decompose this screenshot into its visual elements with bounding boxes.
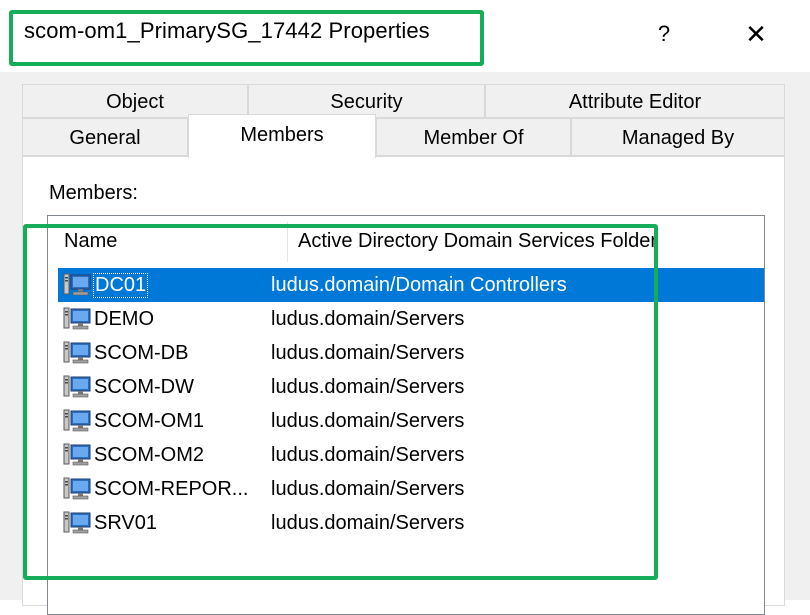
member-row[interactable]: SCOM-DB ludus.domain/Servers [58, 336, 764, 370]
computer-icon [62, 409, 92, 435]
title-bar: scom-om1_PrimarySG_17442 Properties ? ✕ [0, 0, 810, 72]
tab-member-of-label: Member Of [423, 127, 524, 149]
close-button[interactable]: ✕ [730, 14, 782, 54]
member-name: SRV01 [94, 512, 158, 534]
member-folder: ludus.domain/Servers [271, 512, 465, 534]
column-separator[interactable] [287, 222, 288, 262]
tab-members-label: Members [240, 124, 324, 146]
member-name: SCOM-OM1 [94, 410, 204, 432]
member-name: DEMO [94, 308, 154, 330]
tab-member-of[interactable]: Member Of [376, 118, 571, 156]
tab-general[interactable]: General [22, 118, 188, 156]
members-panel: Members: Name Active Directory Domain Se… [22, 156, 785, 615]
members-listview[interactable]: Name Active Directory Domain Services Fo… [47, 215, 765, 615]
member-row[interactable]: SCOM-OM1 ludus.domain/Servers [58, 404, 764, 438]
member-row[interactable]: SCOM-REPOR... ludus.domain/Servers [58, 472, 764, 506]
tab-security[interactable]: Security [248, 84, 485, 118]
tab-attribute-editor[interactable]: Attribute Editor [485, 84, 785, 118]
computer-icon [62, 273, 92, 299]
help-button[interactable]: ? [640, 14, 688, 54]
member-name: DC01 [92, 273, 149, 298]
member-row[interactable]: SCOM-DW ludus.domain/Servers [58, 370, 764, 404]
computer-icon [62, 443, 92, 469]
member-name: SCOM-REPOR... [94, 478, 249, 500]
list-header: Name Active Directory Domain Services Fo… [48, 216, 764, 268]
tab-managed-by[interactable]: Managed By [571, 118, 785, 156]
dialog-content: Object Security Attribute Editor General… [0, 72, 810, 615]
member-folder: ludus.domain/Servers [271, 410, 465, 432]
member-name: SCOM-DW [94, 376, 194, 398]
member-row[interactable]: DC01 ludus.domain/Domain Controllers [58, 268, 764, 302]
computer-icon [62, 341, 92, 367]
member-folder: ludus.domain/Servers [271, 444, 465, 466]
member-row[interactable]: DEMO ludus.domain/Servers [58, 302, 764, 336]
tab-object-label: Object [106, 91, 164, 113]
tab-attribute-editor-label: Attribute Editor [568, 91, 702, 113]
member-name: SCOM-OM2 [94, 444, 204, 466]
computer-icon [62, 307, 92, 333]
member-folder: ludus.domain/Domain Controllers [271, 274, 567, 296]
column-header-folder[interactable]: Active Directory Domain Services Folder [298, 230, 678, 253]
member-row[interactable]: SCOM-OM2 ludus.domain/Servers [58, 438, 764, 472]
computer-icon [62, 375, 92, 401]
member-folder: ludus.domain/Servers [271, 342, 465, 364]
computer-icon [62, 511, 92, 537]
member-name: SCOM-DB [94, 342, 189, 364]
members-label: Members: [49, 182, 138, 204]
title-highlight-box [9, 10, 484, 66]
tab-security-label: Security [330, 91, 403, 113]
tab-general-label: General [69, 127, 141, 149]
tab-members[interactable]: Members [188, 114, 376, 158]
tab-object[interactable]: Object [22, 84, 248, 118]
member-folder: ludus.domain/Servers [271, 376, 465, 398]
member-folder: ludus.domain/Servers [271, 308, 465, 330]
column-header-name[interactable]: Name [64, 230, 117, 253]
computer-icon [62, 477, 92, 503]
member-folder: ludus.domain/Servers [271, 478, 465, 500]
member-row[interactable]: SRV01 ludus.domain/Servers [58, 506, 764, 540]
tab-managed-by-label: Managed By [621, 127, 735, 149]
